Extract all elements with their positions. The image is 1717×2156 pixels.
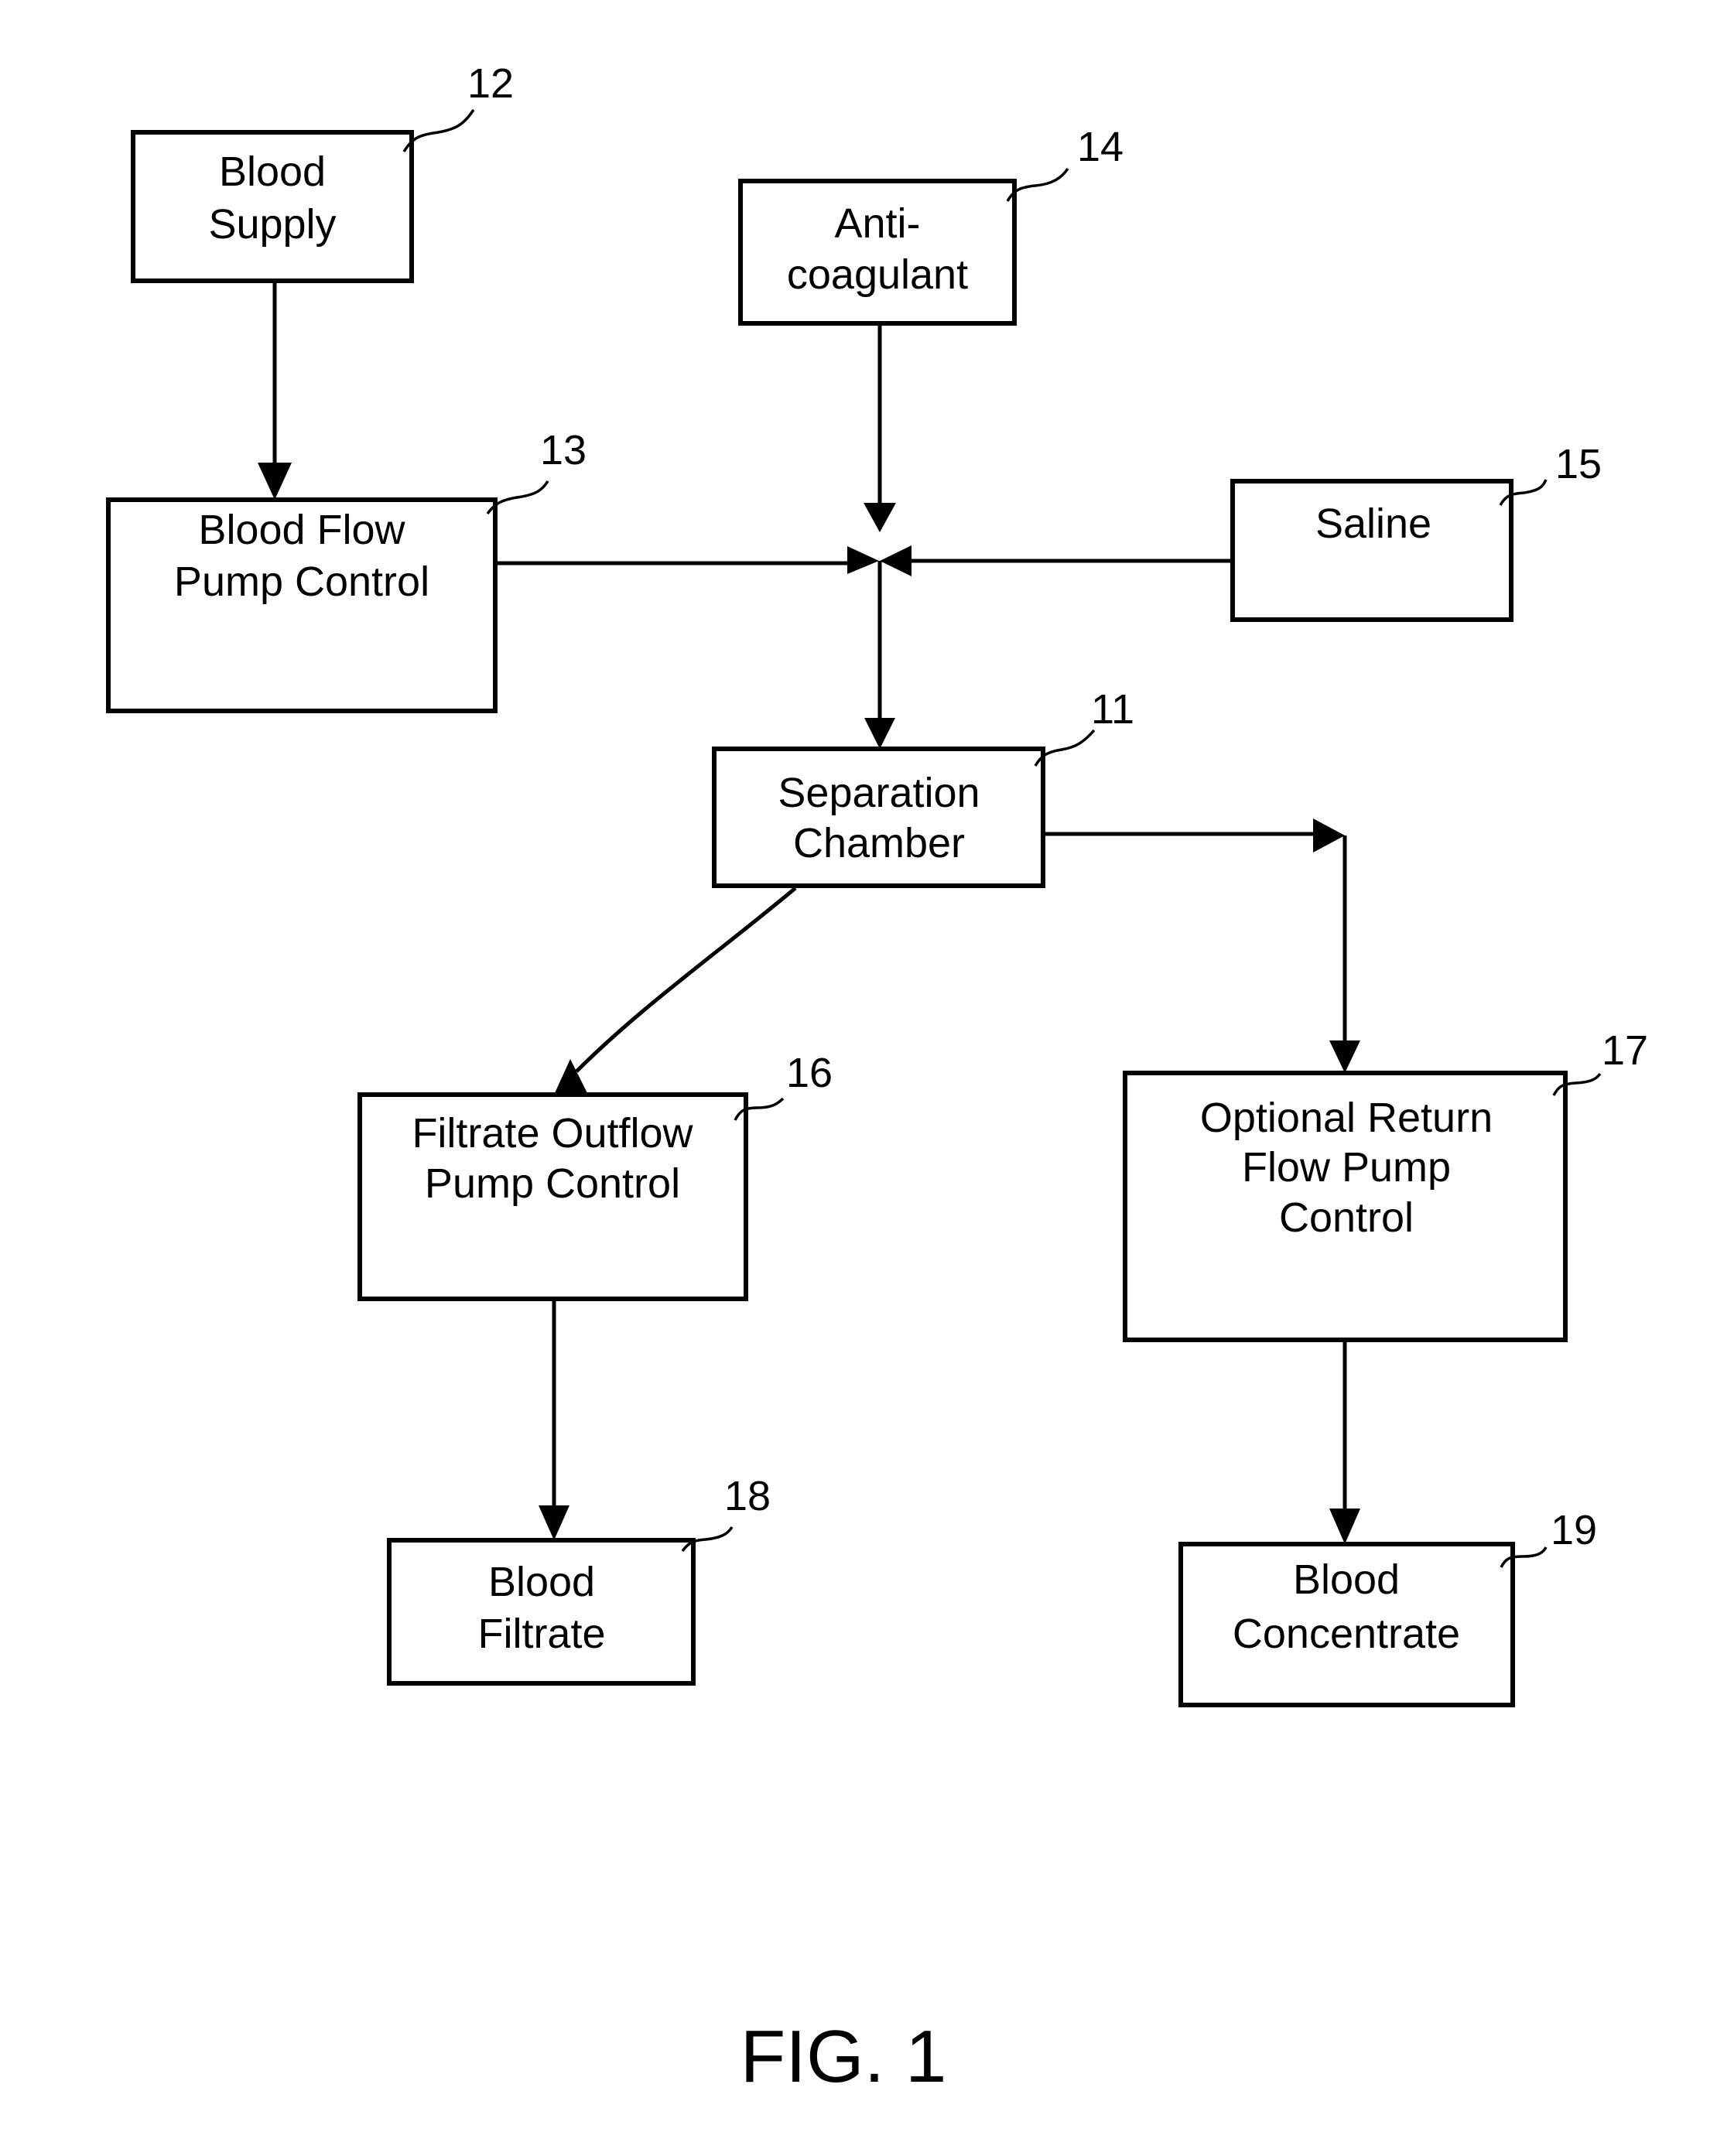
ref-label-14: 14 xyxy=(1077,124,1124,170)
node-text-line: Optional Return xyxy=(1200,1095,1493,1141)
arrowhead-into-blood-concentrate xyxy=(1329,1509,1360,1544)
node-separation-chamber: Separation Chamber 11 xyxy=(712,686,1134,888)
node-blood-filtrate: Blood Filtrate 18 xyxy=(387,1473,771,1686)
node-text-line: Chamber xyxy=(793,820,965,866)
ref-label-19: 19 xyxy=(1551,1507,1597,1553)
node-saline: Saline 15 xyxy=(1230,441,1602,622)
ref-label-13: 13 xyxy=(540,427,587,473)
ref-label-16: 16 xyxy=(786,1050,833,1096)
arrowhead-junction-top xyxy=(864,503,896,532)
node-text-line: Pump Control xyxy=(425,1160,680,1207)
arrowhead-junction-left xyxy=(847,546,879,574)
ref-label-18: 18 xyxy=(724,1473,771,1519)
edge-separation-to-filtrate-pump xyxy=(575,887,797,1073)
ref-label-15: 15 xyxy=(1555,441,1602,487)
node-text-line: Concentrate xyxy=(1233,1611,1460,1657)
arrowhead-into-separation xyxy=(864,718,895,749)
node-text-line: Blood xyxy=(1293,1556,1400,1603)
arrowhead-return-corner xyxy=(1313,818,1345,852)
node-blood-supply: Blood Supply 12 xyxy=(131,60,514,283)
node-text-line: Supply xyxy=(208,201,336,248)
node-text-line: Flow Pump xyxy=(1242,1144,1451,1191)
node-anticoagulant: Anti- coagulant 14 xyxy=(738,124,1124,326)
node-text-line: Filtrate Outflow xyxy=(412,1110,693,1157)
node-text-line: coagulant xyxy=(787,251,968,298)
arrowhead-into-blood-filtrate xyxy=(539,1505,569,1540)
node-blood-concentrate: Blood Concentrate 19 xyxy=(1178,1507,1597,1707)
arrowhead-into-blood-flow-pump xyxy=(258,463,292,500)
ref-label-11: 11 xyxy=(1091,686,1134,733)
arrowhead-junction-right xyxy=(880,545,912,576)
node-text-line: Blood xyxy=(488,1559,595,1605)
leader-line xyxy=(402,109,475,152)
figure-caption: FIG. 1 xyxy=(740,2015,947,2098)
ref-label-17: 17 xyxy=(1602,1027,1648,1074)
node-text-line: Blood Flow xyxy=(198,507,405,553)
node-text-line: Saline xyxy=(1315,501,1431,547)
node-text-line: Pump Control xyxy=(174,559,429,605)
node-optional-return-flow-pump-control: Optional Return Flow Pump Control 17 xyxy=(1123,1027,1648,1342)
flow-diagram: Blood Supply 12 Blood Flow Pump Control … xyxy=(106,60,1648,2098)
node-text-line: Filtrate xyxy=(477,1611,605,1657)
node-text-line: Control xyxy=(1279,1194,1414,1241)
connectors xyxy=(258,281,1360,1544)
node-filtrate-outflow-pump-control: Filtrate Outflow Pump Control 16 xyxy=(357,1050,833,1301)
node-text-line: Separation xyxy=(778,770,980,816)
ref-label-12: 12 xyxy=(467,60,514,107)
node-blood-flow-pump-control: Blood Flow Pump Control 13 xyxy=(106,427,587,713)
node-text-line: Anti- xyxy=(834,200,920,247)
node-text-line: Blood xyxy=(219,149,326,195)
arrowhead-into-return-pump xyxy=(1329,1040,1360,1073)
